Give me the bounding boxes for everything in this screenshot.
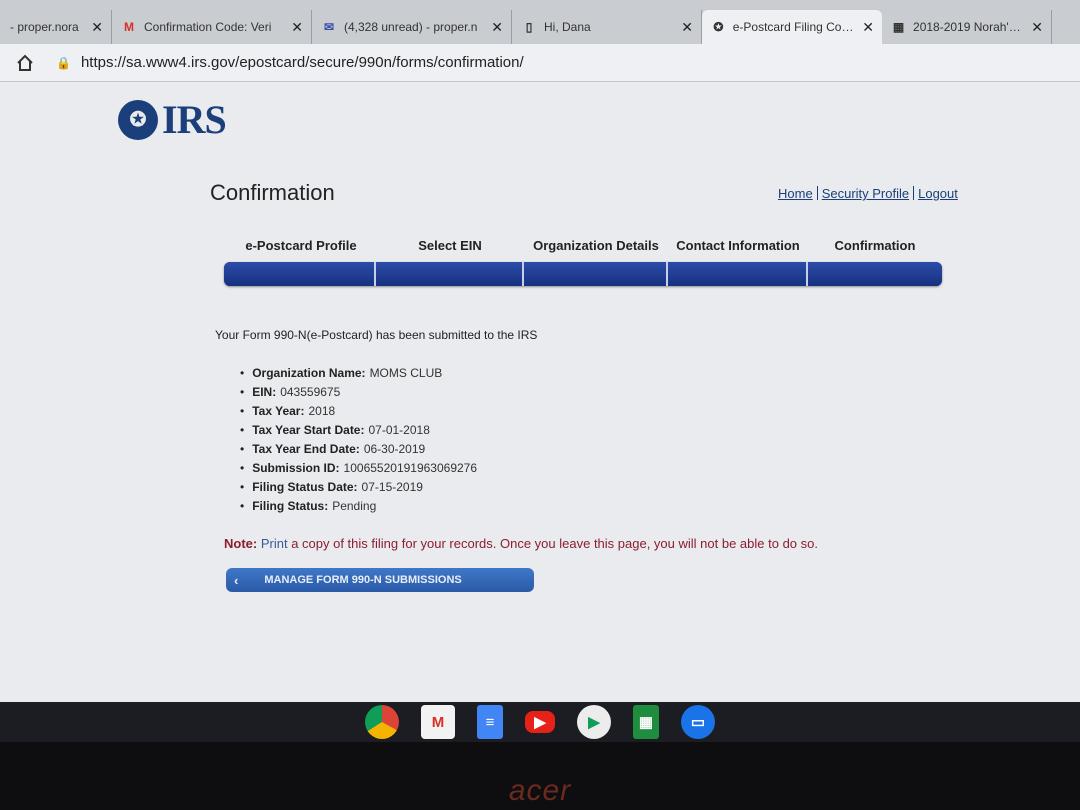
tab-epostcard-filing[interactable]: ✪ e-Postcard Filing Confirm ✕ <box>702 10 882 44</box>
tab-title: Hi, Dana <box>544 20 591 34</box>
detail-label: Filing Status: <box>252 499 329 513</box>
files-icon[interactable]: ▭ <box>681 705 715 739</box>
lock-icon: 🔒 <box>56 55 71 70</box>
close-icon[interactable]: ✕ <box>862 19 874 36</box>
tab-hi-dana[interactable]: ▯ Hi, Dana ✕ <box>512 10 702 44</box>
list-item: EIN:043559675 <box>240 383 477 402</box>
tab-title: (4,328 unread) - proper.n <box>344 20 478 34</box>
list-item: Tax Year End Date:06-30-2019 <box>240 440 477 459</box>
tab-confirmation-code[interactable]: M Confirmation Code: Veri ✕ <box>112 10 312 44</box>
divider <box>816 186 818 200</box>
manage-submissions-label: MANAGE FORM 990-N SUBMISSIONS <box>264 574 462 586</box>
close-icon[interactable]: ✕ <box>1031 19 1043 36</box>
address-bar: 🔒 https://sa.www4.irs.gov/epostcard/secu… <box>0 44 1080 82</box>
close-icon[interactable]: ✕ <box>681 19 693 36</box>
eagle-icon: ✪ <box>118 99 158 140</box>
detail-value: 2018 <box>308 404 336 418</box>
chevron-left-icon: ‹ <box>234 572 239 588</box>
tab-title: - proper.nora <box>10 20 79 34</box>
url-field[interactable]: https://sa.www4.irs.gov/epostcard/secure… <box>81 54 524 71</box>
divider <box>913 186 915 200</box>
os-shelf: M ≡ ▶ ▶ ▦ ▭ <box>0 702 1080 742</box>
detail-value: 10065520191963069276 <box>343 461 478 475</box>
list-item: Submission ID:10065520191963069276 <box>240 459 477 478</box>
list-item: Organization Name:MOMS CLUB <box>240 364 477 383</box>
note-text: a copy of this filing for your records. … <box>287 536 818 551</box>
step-label: e-Postcard Profile <box>245 238 357 253</box>
acer-logo: acer <box>508 774 572 807</box>
detail-value: 07-01-2018 <box>368 423 430 437</box>
laptop-bezel: acer <box>0 742 1080 810</box>
close-icon[interactable]: ✕ <box>291 19 303 36</box>
page-title: Confirmation <box>210 180 335 205</box>
gmail-icon[interactable]: M <box>421 705 455 739</box>
detail-value: 06-30-2019 <box>363 442 426 456</box>
tab-proper-nora[interactable]: - proper.nora ✕ <box>0 10 112 44</box>
progress-segment <box>668 262 808 286</box>
detail-label: Organization Name: <box>252 366 366 380</box>
tab-title: Confirmation Code: Veri <box>144 20 272 34</box>
progress-segment <box>524 262 668 286</box>
gmail-icon: M <box>124 20 134 34</box>
detail-value: MOMS CLUB <box>369 366 443 380</box>
list-item: Filing Status Date:07-15-2019 <box>240 478 477 497</box>
mail-icon: ✉ <box>323 20 335 34</box>
detail-value: 07-15-2019 <box>361 480 423 494</box>
detail-label: Tax Year Start Date: <box>252 423 365 437</box>
home-link[interactable]: Home <box>778 186 813 201</box>
step-label: Organization Details <box>533 238 659 253</box>
irs-seal-icon: ✪ <box>713 20 724 34</box>
docs-icon[interactable]: ≡ <box>477 705 503 739</box>
chrome-icon[interactable] <box>365 705 399 739</box>
tab-title: e-Postcard Filing Confirm <box>732 20 856 34</box>
detail-label: EIN: <box>252 385 277 399</box>
tab-title: 2018-2019 Norah's Ch <box>913 20 1025 34</box>
note-label: Note: <box>224 536 258 551</box>
tab-norahs-chart[interactable]: ▦ 2018-2019 Norah's Ch ✕ <box>882 10 1052 44</box>
filing-details-list: Organization Name:MOMS CLUB EIN:04355967… <box>240 364 477 516</box>
progress-step-labels: e-Postcard Profile Select EIN Organizati… <box>226 238 942 253</box>
sheets-icon[interactable]: ▦ <box>633 705 659 739</box>
document-icon: ▯ <box>525 20 533 34</box>
detail-value: Pending <box>332 499 377 513</box>
security-profile-link[interactable]: Security Profile <box>822 186 909 201</box>
detail-label: Filing Status Date: <box>252 480 358 494</box>
note-message: Note: Print a copy of this filing for yo… <box>224 536 818 551</box>
submitted-message: Your Form 990-N(e-Postcard) has been sub… <box>215 328 538 342</box>
progress-segment <box>224 262 376 286</box>
page-content: ✪ IRS Confirmation Home Security Profile… <box>0 82 1080 702</box>
list-item: Tax Year Start Date:07-01-2018 <box>240 421 477 440</box>
logout-link[interactable]: Logout <box>918 186 958 201</box>
detail-label: Tax Year End Date: <box>252 442 360 456</box>
progress-segment <box>808 262 942 286</box>
manage-submissions-button[interactable]: ‹ MANAGE FORM 990-N SUBMISSIONS <box>226 568 534 592</box>
browser-tab-strip: - proper.nora ✕ M Confirmation Code: Ver… <box>0 0 1080 44</box>
youtube-icon[interactable]: ▶ <box>525 711 555 733</box>
list-item: Filing Status:Pending <box>240 497 477 516</box>
print-link[interactable]: Print <box>261 536 288 551</box>
step-label: Confirmation <box>834 238 916 253</box>
detail-label: Tax Year: <box>252 404 305 418</box>
home-icon[interactable] <box>14 52 36 74</box>
list-item: Tax Year:2018 <box>240 402 477 421</box>
detail-value: 043559675 <box>280 385 341 399</box>
irs-logo[interactable]: ✪ IRS <box>118 96 227 143</box>
detail-label: Submission ID: <box>252 461 340 475</box>
close-icon[interactable]: ✕ <box>491 19 503 36</box>
irs-wordmark: IRS <box>162 97 227 142</box>
tab-unread-mail[interactable]: ✉ (4,328 unread) - proper.n ✕ <box>312 10 512 44</box>
progress-bar <box>224 262 942 286</box>
step-label: Select EIN <box>418 238 482 253</box>
step-label: Contact Information <box>676 238 800 253</box>
progress-segment <box>376 262 524 286</box>
play-store-icon[interactable]: ▶ <box>577 705 611 739</box>
close-icon[interactable]: ✕ <box>91 19 103 36</box>
sheet-icon: ▦ <box>892 20 905 34</box>
top-links: Home Security Profile Logout <box>778 186 958 201</box>
